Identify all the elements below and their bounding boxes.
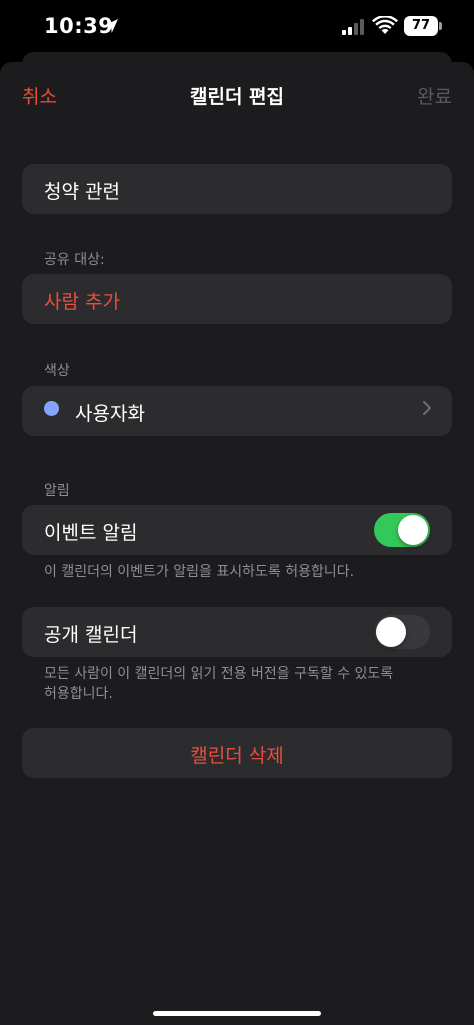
toggle-knob <box>398 515 428 545</box>
done-button[interactable]: 완료 <box>417 82 452 109</box>
location-arrow-icon <box>104 19 118 33</box>
color-name: 사용자화 <box>75 403 145 425</box>
home-indicator[interactable] <box>153 1011 321 1016</box>
color-section-label: 색상 <box>44 363 70 379</box>
event-alerts-label: 이벤트 알림 <box>44 522 138 544</box>
battery-icon: 77 <box>404 16 438 36</box>
delete-calendar-row[interactable]: 캘린더 삭제 <box>22 728 452 778</box>
color-row[interactable]: 사용자화 <box>22 386 452 436</box>
public-calendar-note: 모든 사람이 이 캘린더의 읽기 전용 버전을 구독할 수 있도록 허용합니다. <box>44 666 394 702</box>
toggle-knob <box>376 617 406 647</box>
page-title: 캘린더 편집 <box>189 86 284 108</box>
color-swatch <box>44 401 59 416</box>
status-bar: 10:39 77 <box>0 0 474 56</box>
event-alerts-row: 이벤트 알림 <box>22 505 452 555</box>
event-alerts-toggle[interactable] <box>374 513 430 547</box>
public-calendar-toggle[interactable] <box>374 615 430 649</box>
calendar-name-value[interactable]: 청약 관련 <box>44 177 120 204</box>
add-person-button[interactable]: 사람 추가 <box>44 287 120 314</box>
delete-calendar-button[interactable]: 캘린더 삭제 <box>22 741 452 768</box>
cellular-signal-icon <box>342 19 364 35</box>
alerts-section-label: 알림 <box>44 483 70 499</box>
add-person-row[interactable]: 사람 추가 <box>22 274 452 324</box>
event-alerts-note: 이 캘린더의 이벤트가 알림을 표시하도록 허용합니다. <box>44 564 355 580</box>
calendar-name-field[interactable]: 청약 관련 <box>22 164 452 214</box>
public-calendar-row: 공개 캘린더 <box>22 607 452 657</box>
shared-with-section-label: 공유 대상: <box>44 252 105 268</box>
battery-cap <box>439 22 442 30</box>
wifi-icon <box>372 16 398 34</box>
public-calendar-label: 공개 캘린더 <box>44 624 138 646</box>
chevron-right-icon <box>423 401 431 415</box>
